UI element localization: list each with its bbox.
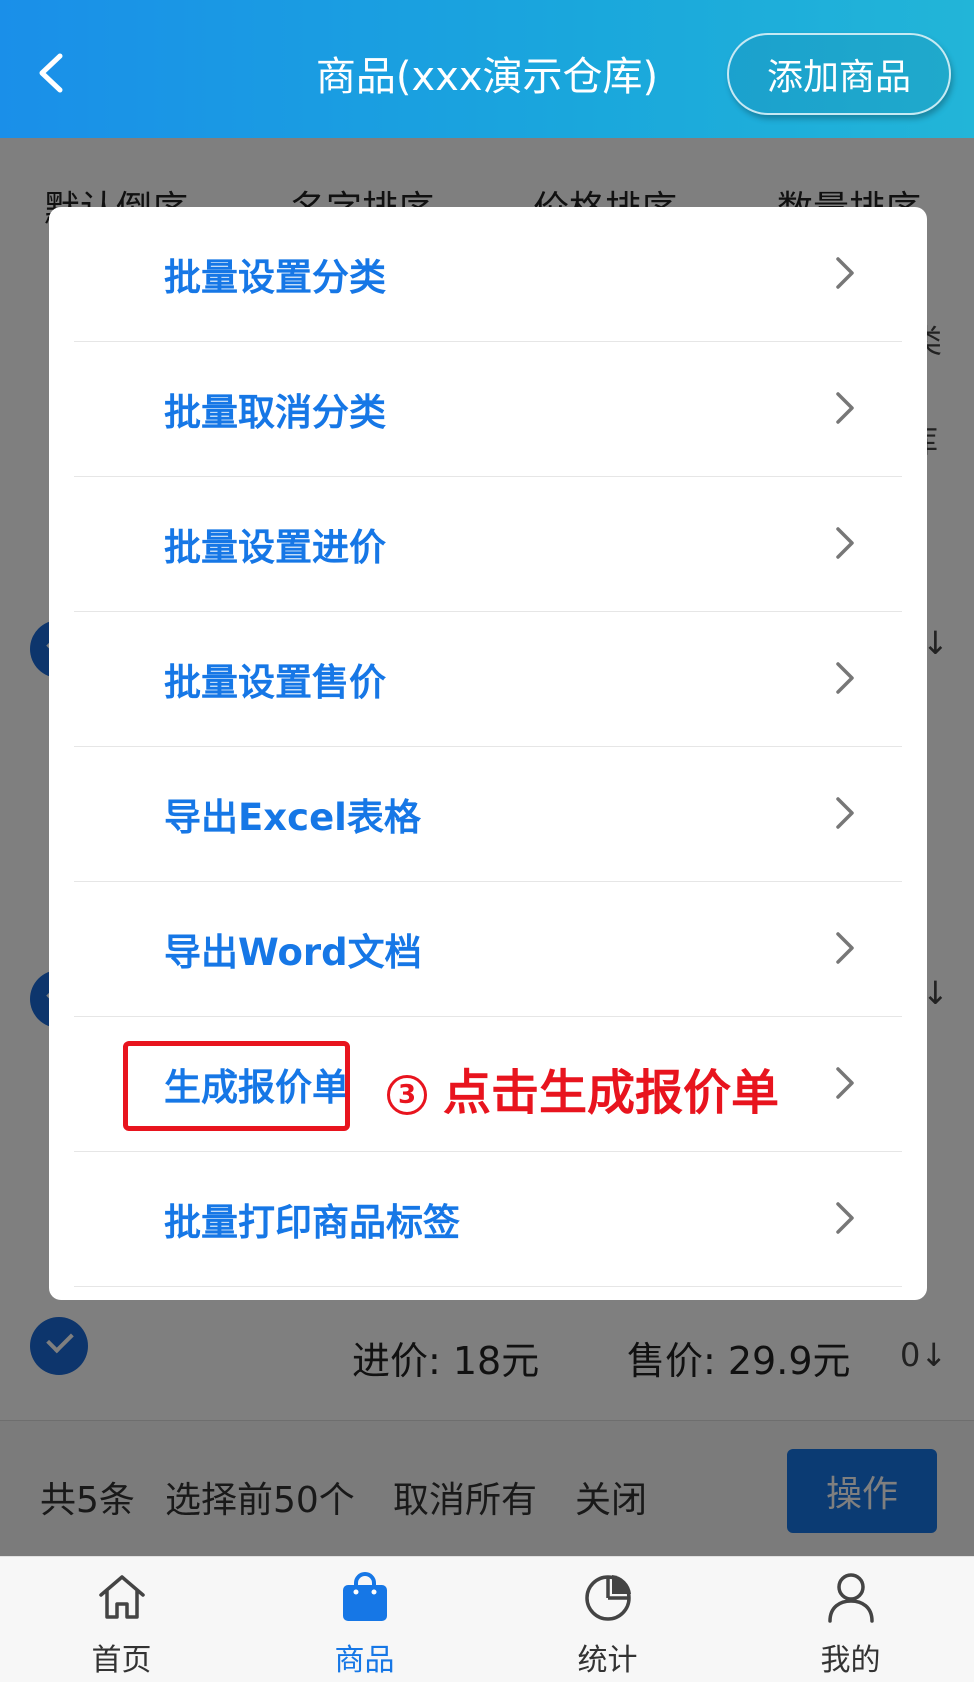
menu-item-label: 批量打印商品标签 (164, 1201, 460, 1244)
menu-item-batch-set-category[interactable]: 批量设置分类 (74, 207, 902, 342)
chevron-right-icon (836, 1067, 854, 1099)
tab-mine[interactable]: 我的 (729, 1557, 972, 1682)
shopping-bag-icon (343, 1572, 387, 1621)
pie-chart-icon (585, 1575, 631, 1621)
add-product-button[interactable]: 添加商品 (727, 33, 951, 115)
step-number-badge: 3 (387, 1075, 427, 1115)
menu-item-label: 批量设置分类 (164, 256, 386, 299)
tab-label: 我的 (820, 1643, 881, 1678)
menu-item-batch-set-purchase-price[interactable]: 批量设置进价 (74, 477, 902, 612)
chevron-right-icon (836, 932, 854, 964)
chevron-right-icon (836, 797, 854, 829)
tab-label: 首页 (91, 1643, 152, 1678)
home-icon (99, 1575, 145, 1619)
chevron-right-icon (836, 257, 854, 289)
highlight-box (123, 1041, 350, 1131)
chevron-right-icon (836, 527, 854, 559)
menu-item-export-word[interactable]: 导出Word文档 (74, 882, 902, 1017)
chevron-right-icon (836, 1202, 854, 1234)
menu-item-label: 导出Word文档 (164, 931, 422, 974)
tab-label: 商品 (334, 1643, 395, 1678)
batch-operation-menu: 批量设置分类 批量取消分类 批量设置进价 批量设置售价 导出Excel表格 导出… (49, 207, 927, 1300)
menu-item-label: 导出Excel表格 (164, 796, 421, 839)
bottom-tab-bar: 首页 商品 统计 我的 (0, 1556, 974, 1682)
menu-item-batch-print-labels[interactable]: 批量打印商品标签 (74, 1152, 902, 1287)
app-header: 商品(xxx演示仓库) 添加商品 (0, 0, 974, 138)
tab-home[interactable]: 首页 (0, 1557, 243, 1682)
menu-item-generate-quotation[interactable]: 生成报价单 3 点击生成报价单 (74, 1017, 902, 1152)
menu-item-label: 批量设置售价 (164, 661, 386, 704)
annotation-text: 点击生成报价单 (443, 1065, 780, 1121)
menu-item-label: 批量设置进价 (164, 526, 386, 569)
menu-item-label: 批量取消分类 (164, 391, 386, 434)
user-icon (828, 1573, 874, 1623)
menu-item-batch-set-sale-price[interactable]: 批量设置售价 (74, 612, 902, 747)
menu-item-export-excel[interactable]: 导出Excel表格 (74, 747, 902, 882)
tab-label: 统计 (577, 1643, 638, 1678)
chevron-right-icon (836, 392, 854, 424)
tab-statistics[interactable]: 统计 (486, 1557, 729, 1682)
instruction-annotation: 3 点击生成报价单 (387, 1053, 779, 1123)
chevron-right-icon (836, 662, 854, 694)
menu-item-batch-cancel-category[interactable]: 批量取消分类 (74, 342, 902, 477)
tab-products[interactable]: 商品 (243, 1557, 486, 1682)
